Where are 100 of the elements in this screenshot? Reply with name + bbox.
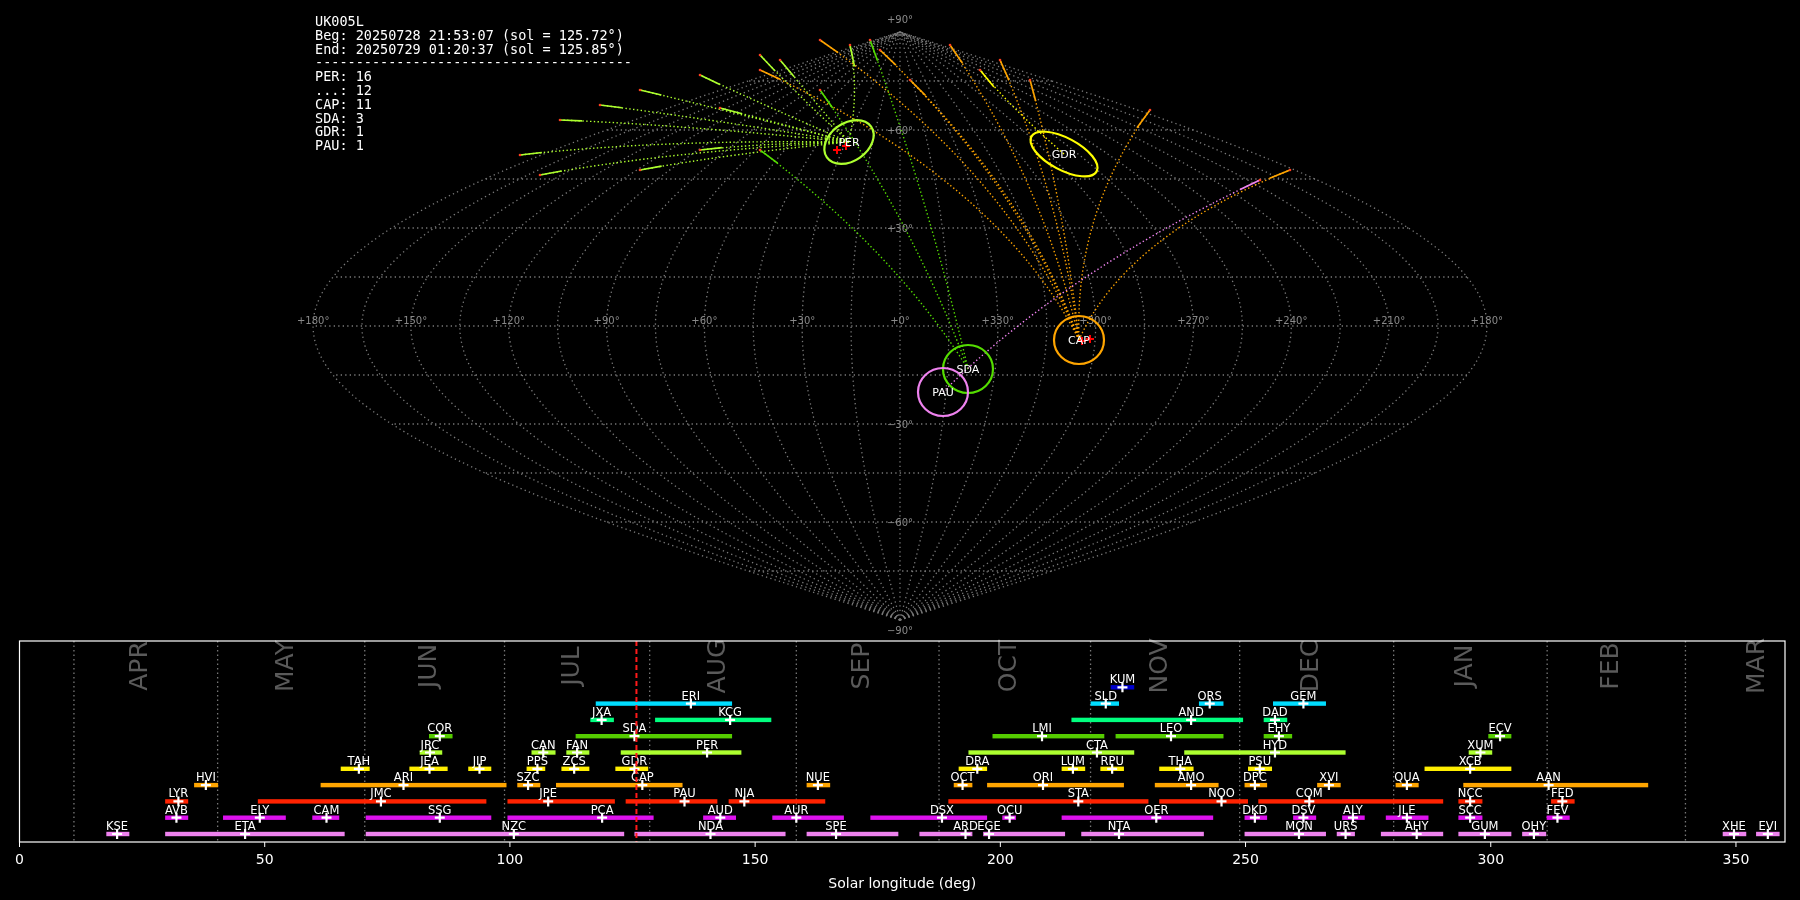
peak-marker bbox=[956, 779, 969, 792]
shower-label: KUM bbox=[1109, 672, 1136, 687]
latitude-label: −90° bbox=[886, 625, 914, 635]
axis-tick-label: 50 bbox=[255, 851, 274, 867]
shower-label: LMI bbox=[1032, 721, 1052, 736]
shower-count: ...: 12 bbox=[315, 84, 373, 98]
shower-label: EGE bbox=[977, 819, 1001, 833]
axis-tick-label: 300 bbox=[1477, 851, 1505, 867]
shower-label: ZCS bbox=[562, 753, 586, 768]
peak-marker bbox=[636, 779, 649, 792]
peak-marker bbox=[1072, 795, 1085, 808]
month-label: NOV bbox=[1143, 638, 1173, 694]
station-id: UK005L bbox=[315, 15, 365, 29]
longitude-label: +180° bbox=[296, 315, 330, 326]
latitude-label: +30° bbox=[886, 223, 914, 234]
longitude-label: +90° bbox=[593, 315, 620, 326]
shower-label: TAH bbox=[347, 753, 371, 768]
shower-count: GDR: 1 bbox=[315, 125, 365, 140]
shower-label: JRC bbox=[420, 737, 440, 752]
month-label: OCT bbox=[993, 639, 1023, 693]
shower-label: ALY bbox=[1343, 802, 1363, 817]
shower-label: ECV bbox=[1488, 721, 1512, 736]
shower-label: NCC bbox=[1457, 786, 1483, 801]
shower-label: PCA bbox=[590, 802, 614, 817]
longitude-label: +270° bbox=[1177, 315, 1210, 326]
shower-count: CAP: 11 bbox=[315, 97, 373, 112]
shower-label: PER bbox=[695, 737, 719, 752]
shower-label: QUA bbox=[1394, 770, 1420, 785]
month-label: JUL bbox=[555, 646, 585, 686]
shower-label: AMO bbox=[1177, 770, 1205, 785]
shower-label: JMC bbox=[370, 786, 392, 801]
month-label: APR bbox=[124, 641, 154, 691]
shower-label: HYD bbox=[1262, 737, 1288, 752]
shower-label: CTA bbox=[1085, 737, 1108, 752]
axis-tick-label: 200 bbox=[986, 851, 1014, 867]
shower-label: AVB bbox=[165, 802, 188, 817]
radiant-label: PAU bbox=[932, 386, 954, 399]
latitude-label: −30° bbox=[886, 419, 914, 430]
shower-label: NDA bbox=[697, 819, 724, 833]
peak-marker bbox=[1322, 779, 1335, 792]
shower-count: SDA: 3 bbox=[315, 111, 365, 126]
shower-count: PAU: 1 bbox=[315, 139, 365, 153]
shower-label: SZC bbox=[516, 770, 540, 785]
peak-marker bbox=[1116, 681, 1129, 694]
shower-label: NUE bbox=[805, 770, 831, 785]
peak-marker bbox=[1185, 779, 1198, 792]
longitude-label: +30° bbox=[789, 315, 816, 326]
peak-marker bbox=[628, 730, 641, 743]
shower-label: OCU bbox=[996, 802, 1023, 817]
shower-label: AND bbox=[1178, 704, 1204, 719]
separator-line: --------------------------------------- bbox=[315, 56, 632, 71]
shower-label: AUD bbox=[707, 802, 733, 817]
shower-label: DKD bbox=[1242, 802, 1268, 817]
shower-label: LUM bbox=[1060, 753, 1085, 768]
shower-label: NZC bbox=[501, 819, 527, 833]
latitude-label: +60° bbox=[886, 125, 914, 136]
peak-marker bbox=[1164, 730, 1178, 743]
shower-label: ARI bbox=[393, 770, 414, 785]
latitude-label: +90° bbox=[886, 14, 914, 25]
shower-label: XUM bbox=[1467, 737, 1494, 752]
shower-label: LEO bbox=[1159, 721, 1183, 736]
shower-label: ORI bbox=[1032, 770, 1054, 785]
radiant-label: SDA bbox=[956, 363, 980, 376]
shower-count: PER: 16 bbox=[315, 70, 373, 84]
longitude-label: +330° bbox=[981, 315, 1015, 326]
shower-label: JEA bbox=[420, 753, 439, 768]
shower-label: MON bbox=[1285, 819, 1313, 833]
shower-label: DSV bbox=[1291, 802, 1316, 817]
longitude-label: +210° bbox=[1372, 315, 1406, 326]
shower-label: NOO bbox=[1208, 786, 1235, 801]
shower-label: PPS bbox=[526, 753, 548, 768]
shower-label: FAN bbox=[566, 737, 589, 752]
longitude-label: +180° bbox=[1470, 315, 1504, 326]
axis-tick-label: 350 bbox=[1722, 851, 1750, 867]
shower-label: JLE bbox=[1398, 802, 1416, 817]
shower-label: XCB bbox=[1458, 753, 1482, 768]
shower-label: ORS bbox=[1197, 688, 1222, 703]
month-label: MAR bbox=[1741, 638, 1771, 694]
longitude-label: +240° bbox=[1274, 315, 1308, 326]
latitude-label: −60° bbox=[886, 517, 914, 528]
shower-label: KSE bbox=[106, 819, 129, 833]
peak-marker bbox=[738, 795, 751, 808]
shower-label: NIA bbox=[734, 786, 755, 801]
axis-title: Solar longitude (deg) bbox=[828, 875, 977, 891]
shower-label: OCT bbox=[950, 770, 975, 785]
shower-label: RPU bbox=[1100, 753, 1124, 768]
shower-label: THA bbox=[1168, 753, 1193, 768]
month-label: SEP bbox=[846, 642, 876, 690]
shower-label: DSX bbox=[929, 802, 954, 817]
shower-label: EHY bbox=[1267, 721, 1291, 736]
axis-tick-label: 150 bbox=[741, 851, 769, 867]
shower-label: DAD bbox=[1262, 704, 1288, 719]
peak-marker bbox=[1248, 779, 1261, 792]
shower-label: CAM bbox=[313, 802, 340, 817]
shower-label: LYR bbox=[168, 786, 189, 801]
shower-label: CAN bbox=[531, 737, 556, 752]
shower-label: SCC bbox=[1458, 802, 1482, 817]
month-label: AUG bbox=[701, 638, 731, 694]
axis-tick-label: 100 bbox=[496, 851, 524, 867]
shower-label: ETA bbox=[234, 819, 256, 833]
